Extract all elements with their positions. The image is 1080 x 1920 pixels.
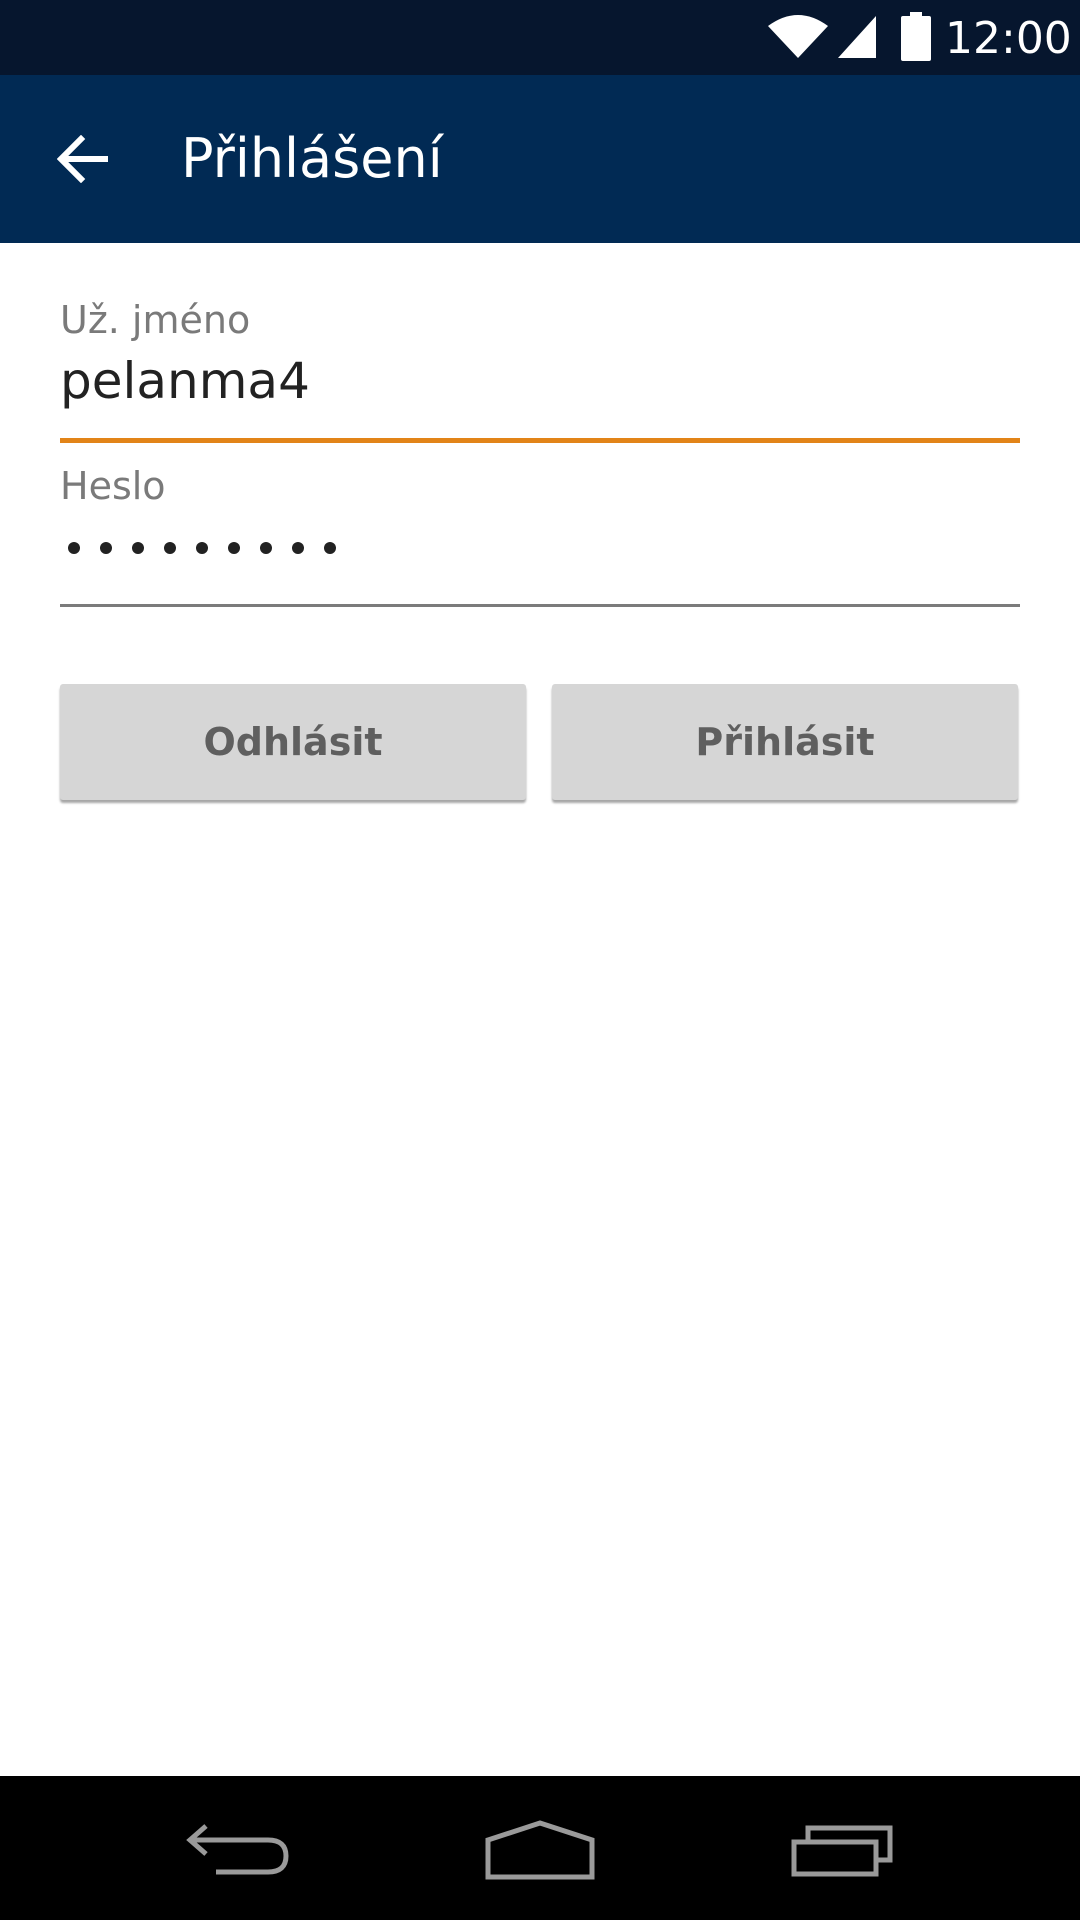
logout-button[interactable]: Odhlásit [60, 684, 526, 800]
password-dot [68, 542, 80, 554]
app-toolbar: Přihlášení [0, 75, 1080, 243]
login-button[interactable]: Přihlásit [552, 684, 1018, 800]
nav-back-icon[interactable] [186, 1822, 290, 1878]
password-dot [260, 542, 272, 554]
arrow-left-icon [57, 135, 108, 183]
username-label: Už. jméno [60, 298, 251, 342]
username-input[interactable]: pelanma4 [60, 352, 310, 410]
password-dot [164, 542, 176, 554]
wifi-icon [768, 15, 828, 58]
password-dot [132, 542, 144, 554]
back-button[interactable] [38, 114, 128, 204]
navigation-bar [0, 1776, 1080, 1920]
password-dot [324, 542, 336, 554]
nav-home-icon[interactable] [484, 1820, 596, 1880]
status-clock: 12:00 [945, 13, 1072, 64]
nav-recents-icon[interactable] [790, 1822, 894, 1878]
password-dot [196, 542, 208, 554]
password-dot [292, 542, 304, 554]
password-underline [60, 604, 1020, 607]
password-dot [228, 542, 240, 554]
status-bar: 12:00 [0, 0, 1080, 75]
password-input[interactable] [68, 542, 336, 554]
page-title: Přihlášení [181, 127, 443, 190]
signal-icon [838, 16, 876, 58]
password-label: Heslo [60, 464, 166, 508]
battery-icon [901, 12, 931, 61]
username-field[interactable]: Už. jméno pelanma4 [60, 298, 1020, 448]
username-underline [60, 438, 1020, 443]
password-field[interactable]: Heslo [60, 464, 1020, 614]
password-dot [100, 542, 112, 554]
